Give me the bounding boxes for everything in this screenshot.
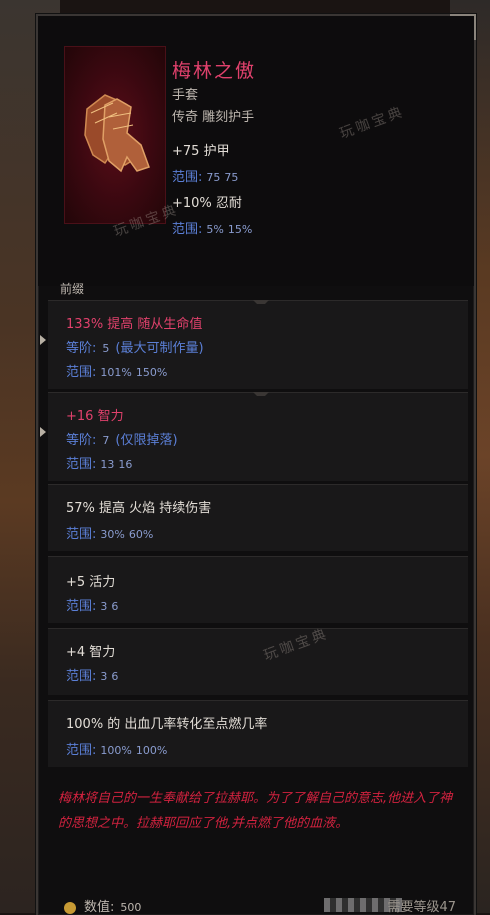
range-label: 范围: [66,599,97,614]
range-label: 范围: [172,170,203,185]
value-amount: 500 [120,901,142,914]
tier-note: (仅限掉落) [115,433,178,448]
range-max: 15% [227,223,253,236]
item-image [64,46,166,224]
affix-range: 范围: 13 16 [66,453,132,472]
affix-row[interactable]: 57% 提高 火焰 持续伤害 范围: 30% 60% [48,484,468,551]
affix-divider-notch [253,392,269,400]
range-max: 100% [135,744,168,757]
range-max: 60% [128,528,154,541]
affix-range: 范围: 30% 60% [66,523,153,542]
item-tooltip: 梅林之傲 手套 传奇 雕刻护手 +75 护甲 范围: 75 75 +10% 忍耐 范… [36,14,476,915]
range-label: 范围: [66,527,97,542]
affix-range: 范围: 3 6 [66,665,118,684]
affix-text: +5 活力 [66,575,116,590]
tier-value: 7 [102,434,110,447]
range-label: 范围: [66,669,97,684]
affix-text: 57% 提高 火焰 持续伤害 [66,501,212,516]
affix-text: +16 智力 [66,409,124,424]
affix-text: +4 智力 [66,645,116,660]
affix-range: 范围: 100% 100% [66,739,167,758]
affix-row[interactable]: +4 智力 范围: 3 6 [48,628,468,695]
affix-row[interactable]: 100% 的 出血几率转化至点燃几率 范围: 100% 100% [48,700,468,767]
range-max: 6 [111,670,119,683]
tier-note: (最大可制作量) [115,341,204,356]
base-stat-armor: +75 护甲 [172,144,230,159]
item-lore: 梅林将自己的一生奉献给了拉赫耶。为了了解自己的意志,他进入了神的思想之中。拉赫耶… [58,791,453,831]
affix-range: 范围: 3 6 [66,595,118,614]
affix-row[interactable]: 133% 提高 随从生命值 等阶: 5 (最大可制作量) 范围: 101% 150% [40,300,468,389]
range-label: 范围: [66,743,97,758]
range-max: 16 [118,458,133,471]
range-max: 75 [224,171,239,184]
tier-value: 5 [102,342,110,355]
tier-label: 等阶: [66,341,97,356]
range-label: 范围: [66,457,97,472]
item-name: 梅林之傲 [172,60,257,82]
range-min: 100% [100,744,132,757]
affix-marker-icon [40,427,46,437]
gauntlet-icon [84,94,150,173]
item-value: 数值: 500 [64,896,141,915]
base-stat-endurance: +10% 忍耐 [172,196,242,211]
prefix-section-label: 前缀 [60,282,85,296]
tooltip-header: 梅林之傲 手套 传奇 雕刻护手 +75 护甲 范围: 75 75 +10% 忍耐 范… [38,16,474,286]
range-min: 75 [206,171,221,184]
tier-label: 等阶: [66,433,97,448]
affix-row[interactable]: +16 智力 等阶: 7 (仅限掉落) 范围: 13 16 [40,392,468,481]
range-max: 6 [111,600,119,613]
range-label: 范围: [66,365,97,380]
affix-range: 范围: 101% 150% [66,361,167,380]
affix-tier: 等阶: 5 (最大可制作量) [66,337,204,356]
affix-text: 100% 的 出血几率转化至点燃几率 [66,717,268,732]
affix-tier: 等阶: 7 (仅限掉落) [66,429,178,448]
range-min: 5% [206,223,224,236]
item-subtype: 传奇 雕刻护手 [172,110,255,125]
item-type: 手套 [172,88,199,103]
range-min: 3 [100,670,108,683]
range-min: 101% [100,366,132,379]
range-min: 3 [100,600,108,613]
range-min: 13 [100,458,115,471]
base-stat-endurance-range: 范围: 5% 15% [172,218,252,237]
range-min: 30% [100,528,125,541]
range-max: 150% [135,366,168,379]
coin-icon [64,901,76,914]
level-requirement: 需要等级47 [387,900,456,915]
range-label: 范围: [172,222,203,237]
affix-divider-notch [253,300,269,308]
affix-marker-icon [40,335,46,345]
affix-row[interactable]: +5 活力 范围: 3 6 [48,556,468,623]
affix-text: 133% 提高 随从生命值 [66,317,203,332]
base-stat-armor-range: 范围: 75 75 [172,166,238,185]
